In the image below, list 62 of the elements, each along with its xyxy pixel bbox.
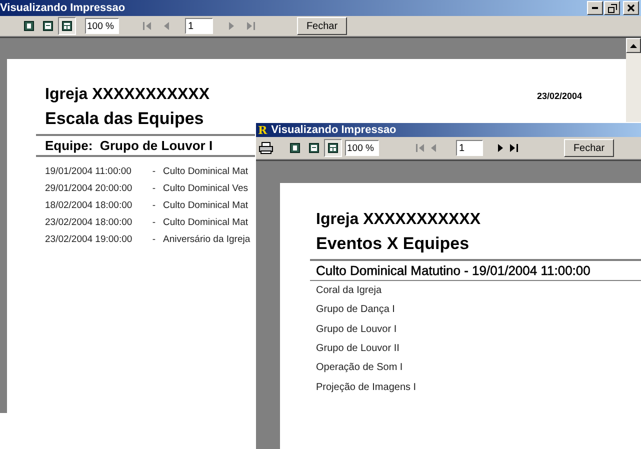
team-name: Grupo de Louvor II [316, 343, 400, 354]
left-triangle-icon [429, 143, 439, 153]
event-datetime: 23/02/2004 18:00:00 [45, 217, 134, 228]
app-icon: R [258, 124, 268, 136]
right-triangle-icon [509, 143, 519, 153]
team-name: Coral da Igreja [316, 285, 382, 296]
right-triangle-icon [246, 21, 256, 31]
minimize-button[interactable] [587, 1, 603, 15]
separator-dash: - [151, 200, 157, 211]
team-name: Projeção de Imagens I [316, 382, 416, 393]
scroll-up-button[interactable] [626, 38, 641, 53]
report-company: Igreja XXXXXXXXXXX [45, 86, 211, 104]
window-title: Visualizando Impressao [271, 124, 396, 136]
right-triangle-icon [495, 143, 505, 153]
view-mode-button[interactable] [58, 17, 76, 35]
page-number-field[interactable]: 1 [456, 140, 483, 156]
close-button[interactable] [623, 1, 639, 15]
report-title: Eventos X Equipes [316, 234, 470, 254]
minimize-icon [592, 7, 598, 9]
page-view-icon [43, 21, 53, 31]
page-view-icon [290, 143, 300, 153]
event-datetime: 23/02/2004 19:00:00 [45, 234, 134, 245]
left-triangle-icon [415, 143, 425, 153]
report-date: 23/02/2004 [537, 91, 582, 101]
event-name: Culto Dominical Mat [163, 200, 248, 211]
restore-icon [608, 4, 616, 12]
group-header: Culto Dominical Matutino - 19/01/2004 11:00:00 [310, 259, 641, 280]
zoom-field[interactable]: 100 % [345, 140, 379, 156]
up-triangle-icon [630, 44, 637, 48]
close-icon [627, 4, 635, 12]
restore-button[interactable] [604, 1, 620, 15]
window-title: Visualizando Impressao [0, 2, 126, 14]
page-view-icon [328, 143, 338, 153]
printer-icon [259, 142, 273, 154]
separator-dash: - [151, 217, 157, 228]
view-mode-button[interactable] [324, 139, 342, 157]
page-view-icon [62, 21, 72, 31]
print-button[interactable] [258, 139, 274, 157]
team-name: Grupo de Dança I [316, 304, 395, 316]
report-title: Escala das Equipes [45, 109, 205, 129]
event-name: Culto Dominical Mat [163, 166, 248, 177]
zoom-field[interactable]: 100 % [85, 18, 119, 34]
left-triangle-icon [162, 21, 172, 31]
separator-dash: - [151, 183, 157, 194]
separator-dash: - [151, 234, 157, 245]
separator-dash: - [151, 166, 157, 177]
page-view-icon [309, 143, 319, 153]
left-triangle-icon [142, 21, 152, 31]
right-triangle-icon [226, 21, 236, 31]
event-datetime: 29/01/2004 20:00:00 [45, 183, 134, 194]
close-preview-button[interactable]: Fechar [297, 17, 347, 35]
page-number-field[interactable]: 1 [185, 18, 213, 34]
event-datetime: 19/01/2004 11:00:00 [45, 166, 132, 177]
event-name: Culto Dominical Ves [163, 183, 248, 194]
event-name: Aniversário da Igreja [163, 234, 250, 245]
event-name: Culto Dominical Mat [163, 217, 248, 228]
report-company: Igreja XXXXXXXXXXX [316, 211, 482, 229]
team-name: Operação de Som I [316, 362, 403, 374]
page-view-icon [24, 21, 34, 31]
close-preview-button[interactable]: Fechar [564, 139, 614, 157]
team-name: Grupo de Louvor I [316, 324, 397, 335]
event-datetime: 18/02/2004 18:00:00 [45, 200, 134, 211]
